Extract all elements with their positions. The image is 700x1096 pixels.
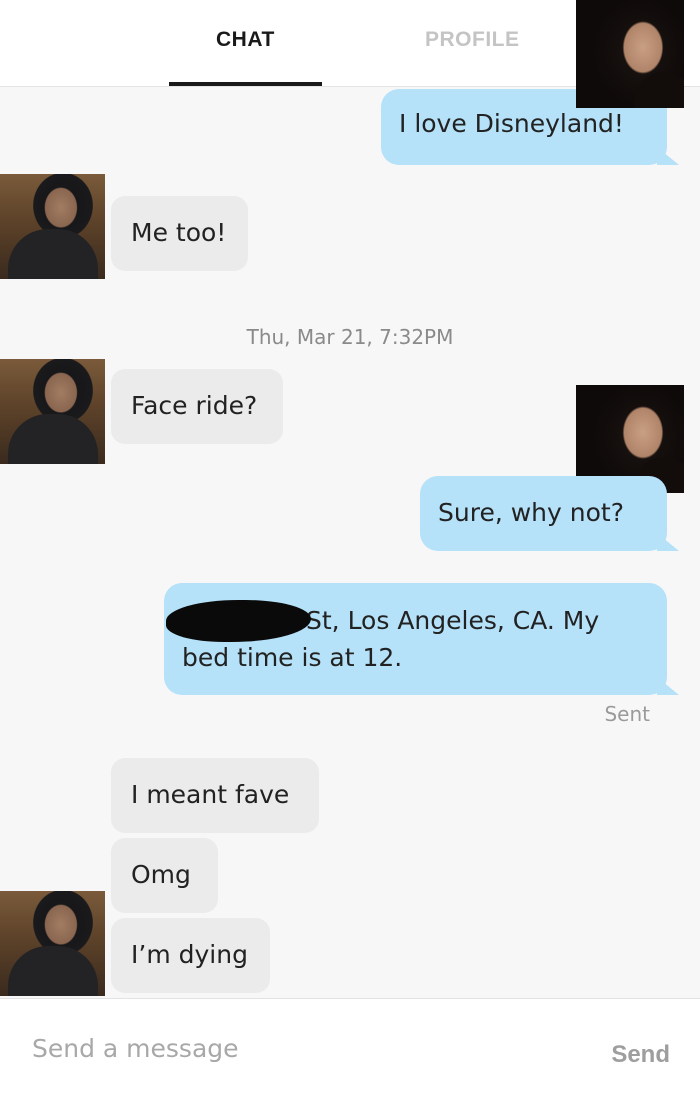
active-tab-indicator bbox=[169, 82, 322, 86]
message-bubble-incoming: Face ride? bbox=[111, 369, 283, 444]
redaction-mark bbox=[210, 602, 280, 616]
match-avatar[interactable] bbox=[0, 891, 105, 996]
send-button[interactable]: Send bbox=[611, 1041, 670, 1069]
match-avatar[interactable] bbox=[0, 359, 105, 464]
message-text: I meant fave bbox=[131, 780, 290, 809]
message-text: Sure, why not? bbox=[438, 498, 624, 527]
message-bubble-incoming: Omg bbox=[111, 838, 218, 913]
match-avatar[interactable] bbox=[0, 174, 105, 279]
message-text: I’m dying bbox=[131, 940, 248, 969]
sent-status: Sent bbox=[604, 702, 650, 726]
message-input[interactable] bbox=[32, 1025, 552, 1071]
message-composer: Send bbox=[0, 998, 700, 1096]
message-text: Me too! bbox=[131, 218, 227, 247]
user-avatar[interactable] bbox=[576, 0, 684, 108]
message-text: Omg bbox=[131, 860, 191, 889]
message-text: I love Disneyland! bbox=[399, 109, 624, 138]
tab-chat[interactable]: CHAT bbox=[216, 28, 275, 52]
tab-profile[interactable]: PROFILE bbox=[425, 28, 520, 52]
message-timestamp: Thu, Mar 21, 7:32PM bbox=[246, 325, 454, 349]
message-bubble-incoming: I’m dying bbox=[111, 918, 270, 993]
message-bubble-incoming: I meant fave bbox=[111, 758, 319, 833]
message-bubble-incoming: Me too! bbox=[111, 196, 248, 271]
message-bubble-outgoing: Sure, why not? bbox=[420, 476, 679, 551]
message-text: Face ride? bbox=[131, 391, 258, 420]
